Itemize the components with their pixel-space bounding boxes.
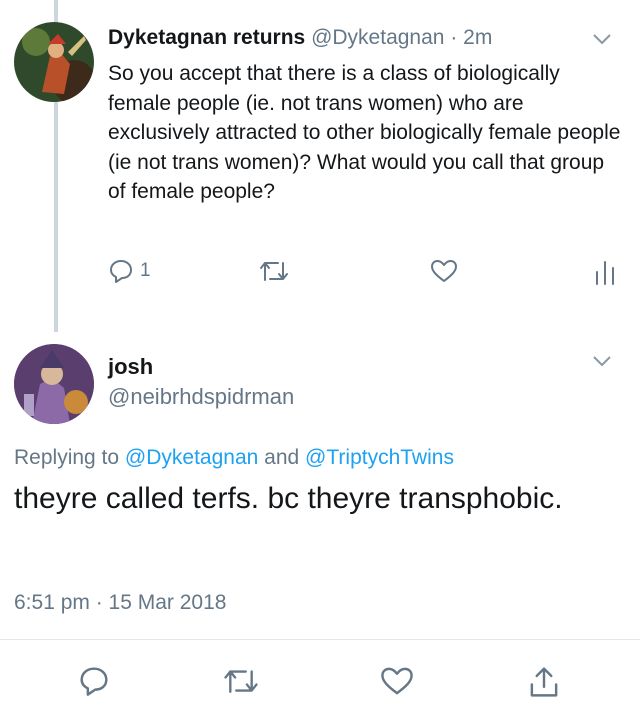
avatar[interactable] [14,22,94,102]
share-button[interactable] [528,665,560,699]
avatar[interactable] [14,344,94,424]
mention-link[interactable]: @TriptychTwins [305,446,454,469]
replying-and: and [264,446,300,469]
reply-icon [78,665,110,697]
reply-count: 1 [140,260,151,281]
handle[interactable]: @neibrhdspidrman [108,384,294,410]
display-name[interactable]: Dyketagnan returns [108,26,305,49]
handle[interactable]: @Dyketagnan [311,26,444,49]
analytics-icon [594,258,616,286]
reply-button[interactable] [78,665,110,697]
replying-prefix: Replying to [14,446,120,469]
separator: · [450,26,458,49]
mention-link[interactable]: @Dyketagnan [125,446,258,469]
like-button[interactable] [380,665,414,697]
timestamp[interactable]: 6:51 pm · 15 Mar 2018 [14,591,226,615]
tweet-actions: 1 [0,258,640,288]
like-icon [430,258,458,284]
like-icon [380,665,414,697]
chevron-down-icon[interactable] [592,354,612,372]
reply-button[interactable]: 1 [108,258,151,284]
share-icon [528,665,560,699]
analytics-button[interactable] [594,258,616,286]
tweet-age[interactable]: 2m [463,26,492,49]
chevron-down-icon[interactable] [592,32,612,50]
divider [0,639,640,640]
tweet-actions [0,665,640,701]
retweet-button[interactable] [258,258,290,284]
display-name[interactable]: josh [108,354,153,380]
tweet-text: theyre called terfs. bc theyre transphob… [14,482,563,515]
like-button[interactable] [430,258,458,284]
replying-to: Replying to @Dyketagnan and @TriptychTwi… [14,446,454,470]
retweet-icon [258,258,290,284]
tweet-text: So you accept that there is a class of b… [108,62,621,203]
retweet-icon [222,665,260,697]
reply-icon [108,258,134,284]
retweet-button[interactable] [222,665,260,697]
tweet-header: Dyketagnan returns @Dyketagnan · 2m [108,26,492,50]
